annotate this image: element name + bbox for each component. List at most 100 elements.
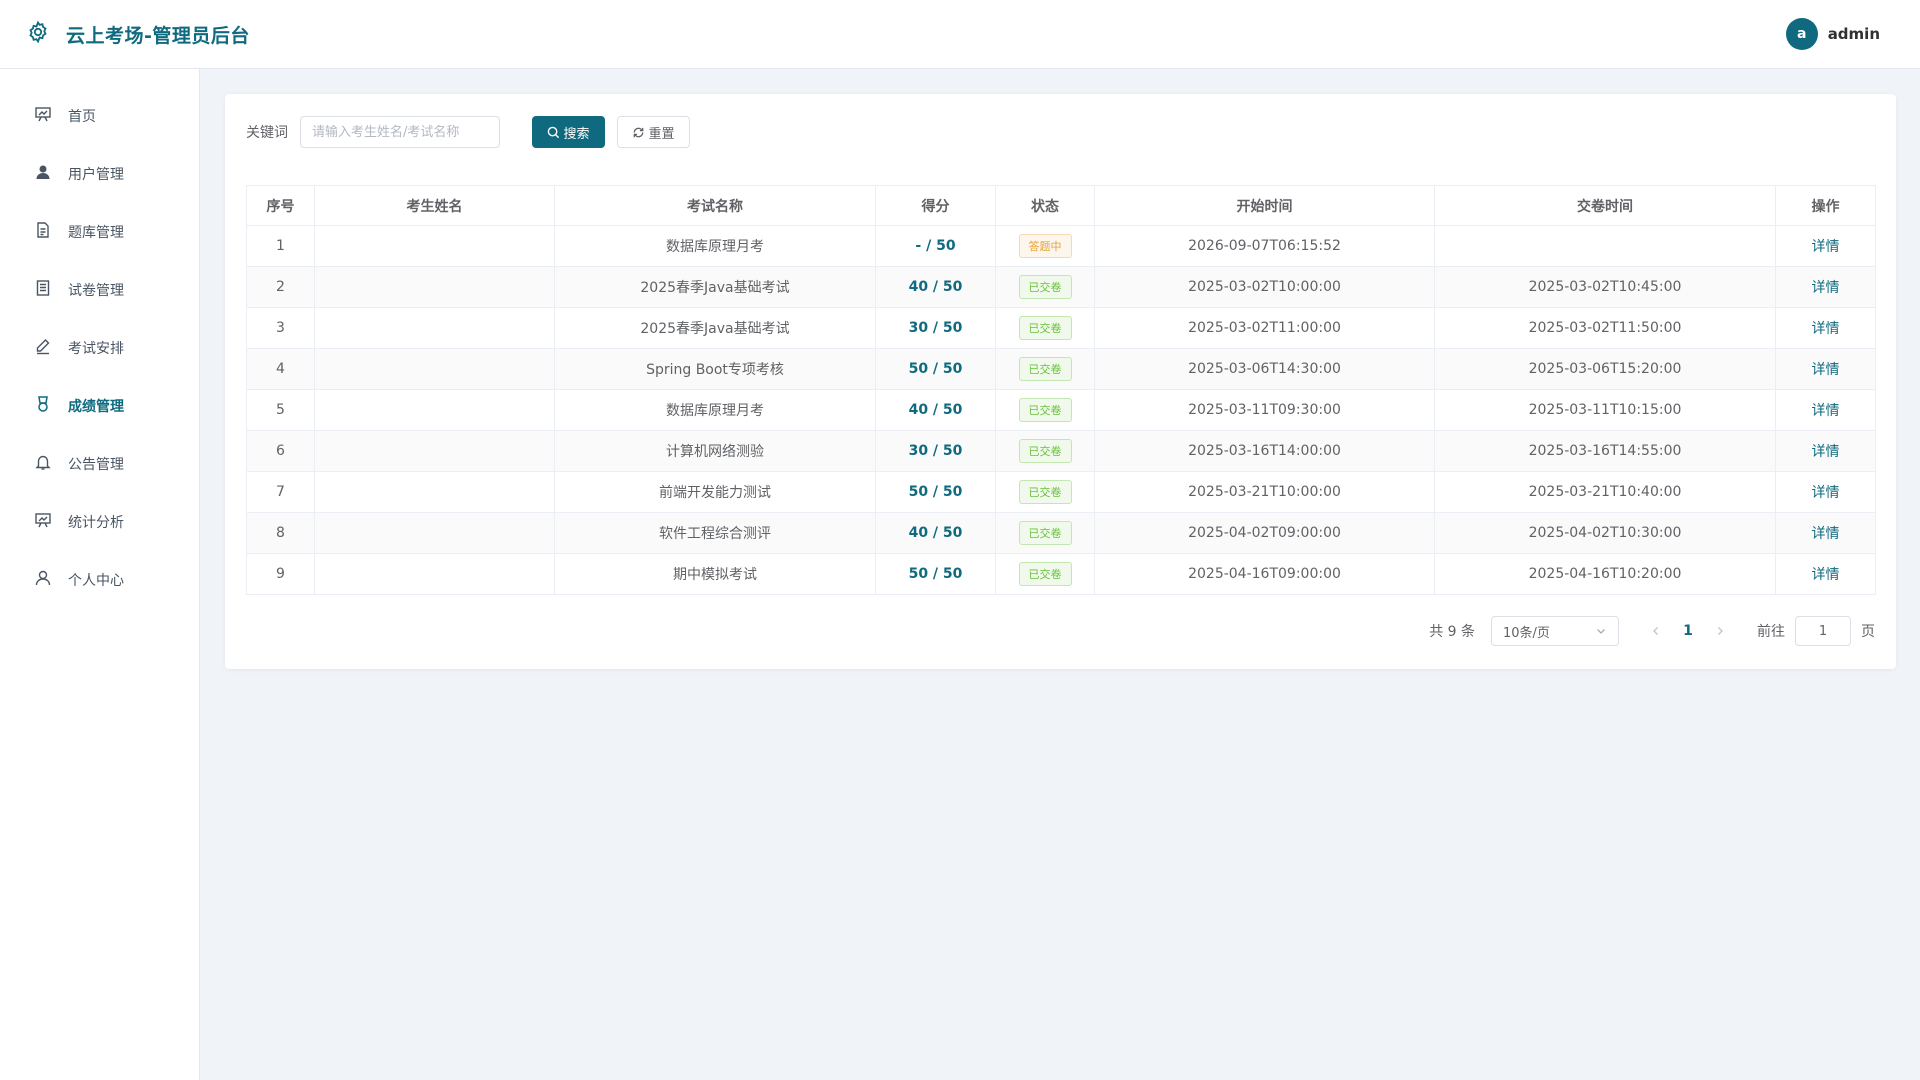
start-time: 2025-03-21T10:00:00 (1188, 484, 1341, 500)
search-button-label: 搜索 (563, 126, 590, 142)
sidebar-item-question-bank[interactable]: 题库管理 (0, 203, 199, 261)
reset-button-label: 重置 (648, 126, 675, 142)
pagination: 共 9 条 10条/页 1 前往 页 (1429, 616, 1875, 646)
app-title: 云上考场-管理员后台 (66, 24, 250, 47)
row-index: 4 (276, 361, 285, 377)
avatar[interactable]: a (1785, 18, 1818, 50)
sidebar-item-label: 首页 (68, 109, 96, 125)
goto-page-input[interactable] (1795, 616, 1851, 646)
detail-link[interactable]: 详情 (1812, 239, 1840, 255)
table-row: 6 计算机网络测验 30 / 50 已交卷 2025-03-16T14:00:00 202… (246, 430, 1876, 472)
sidebar-item-label: 题库管理 (68, 225, 124, 241)
medal-icon (34, 395, 52, 417)
refresh-icon (634, 127, 644, 137)
table-row: 8 软件工程综合测评 40 / 50 已交卷 2025-04-02T09:00:00 20… (246, 512, 1876, 554)
row-index: 1 (276, 238, 285, 254)
goto-label: 前往 (1757, 624, 1785, 640)
score-value: 50 / 50 (908, 361, 963, 377)
chevron-right-icon (1718, 627, 1723, 635)
page-size-select[interactable]: 10条/页 (1491, 616, 1619, 646)
column-header: 交卷时间 (1434, 185, 1776, 226)
sidebar-item-papers[interactable]: 试卷管理 (0, 261, 199, 319)
search-form: 关键词 搜索 重置 (246, 116, 690, 148)
user-menu[interactable]: a admin (1785, 18, 1880, 50)
keyword-input[interactable] (300, 116, 500, 148)
tickets-icon (34, 279, 52, 301)
start-time: 2025-03-16T14:00:00 (1188, 443, 1341, 459)
column-header: 得分 (875, 185, 996, 226)
start-time: 2025-04-16T09:00:00 (1188, 566, 1341, 582)
table-row: 7 前端开发能力测试 50 / 50 已交卷 2025-03-21T10:00:00 20… (246, 471, 1876, 513)
submit-time: 2025-03-02T10:45:00 (1528, 279, 1682, 295)
row-index: 7 (276, 484, 285, 500)
score-value: 50 / 50 (908, 566, 963, 582)
exam-name: 前端开发能力测试 (659, 485, 771, 501)
sidebar-item-statistics[interactable]: 统计分析 (0, 493, 199, 551)
table-row: 2 2025春季Java基础考试 40 / 50 已交卷 2025-03-02T10:0… (246, 266, 1876, 308)
table-row: 9 期中模拟考试 50 / 50 已交卷 2025-04-16T09:00:00 2025… (246, 553, 1876, 595)
column-header: 操作 (1775, 185, 1876, 226)
exam-name: 计算机网络测验 (666, 444, 764, 460)
table-row: 1 数据库原理月考 - / 50 答题中 2026-09-07T06:15:52 详情 (246, 225, 1876, 267)
search-icon (548, 126, 560, 138)
table-header-row: 序号 考生姓名 考试名称 得分 状态 开始时间 交卷时间 操作 (246, 185, 1876, 226)
sidebar-item-profile[interactable]: 个人中心 (0, 551, 199, 609)
score-value: 40 / 50 (908, 525, 963, 541)
score-table: 序号 考生姓名 考试名称 得分 状态 开始时间 交卷时间 操作 1 数据库原理月考… (246, 185, 1876, 595)
prev-page-button[interactable] (1641, 625, 1671, 637)
detail-link[interactable]: 详情 (1812, 526, 1840, 542)
detail-link[interactable]: 详情 (1812, 567, 1840, 583)
reset-button[interactable]: 重置 (617, 116, 690, 148)
sidebar-item-label: 用户管理 (68, 167, 124, 183)
bell-icon (34, 453, 52, 475)
sidebar-item-label: 公告管理 (68, 457, 124, 473)
page-size-value: 10条/页 (1503, 625, 1550, 641)
detail-link[interactable]: 详情 (1812, 444, 1840, 460)
column-header: 考试名称 (554, 185, 876, 226)
column-header: 序号 (246, 185, 315, 226)
column-header: 开始时间 (1094, 185, 1435, 226)
user-outline-icon (34, 569, 52, 591)
sidebar-item-notices[interactable]: 公告管理 (0, 435, 199, 493)
exam-name: 数据库原理月考 (666, 239, 764, 255)
start-time: 2025-03-02T11:00:00 (1188, 320, 1341, 336)
submit-time: 2025-04-02T10:30:00 (1528, 525, 1682, 541)
sidebar-item-exam-schedule[interactable]: 考试安排 (0, 319, 199, 377)
exam-name: 期中模拟考试 (673, 567, 757, 583)
detail-link[interactable]: 详情 (1812, 403, 1840, 419)
dashboard-icon (34, 105, 52, 127)
table-row: 5 数据库原理月考 40 / 50 已交卷 2025-03-11T09:30:00 202… (246, 389, 1876, 431)
sidebar-item-label: 试卷管理 (68, 283, 124, 299)
score-value: 50 / 50 (908, 484, 963, 500)
score-value: 40 / 50 (908, 402, 963, 418)
detail-link[interactable]: 详情 (1812, 321, 1840, 337)
search-button[interactable]: 搜索 (532, 116, 605, 148)
goto-suffix: 页 (1861, 624, 1875, 640)
sidebar-item-label: 考试安排 (68, 341, 124, 357)
row-index: 9 (276, 566, 285, 582)
next-page-button[interactable] (1705, 625, 1735, 637)
sidebar-item-users[interactable]: 用户管理 (0, 145, 199, 203)
edit-pen-icon (34, 337, 52, 359)
status-badge: 已交卷 (1018, 480, 1072, 504)
table-row: 4 Spring Boot专项考核 50 / 50 已交卷 2025-03-06T14:… (246, 348, 1876, 390)
detail-link[interactable]: 详情 (1812, 485, 1840, 501)
document-icon (34, 221, 52, 243)
submit-time: 2025-03-16T14:55:00 (1528, 443, 1682, 459)
status-badge: 已交卷 (1018, 357, 1072, 381)
status-badge: 已交卷 (1018, 521, 1072, 545)
detail-link[interactable]: 详情 (1812, 362, 1840, 378)
status-badge: 已交卷 (1018, 439, 1072, 463)
chevron-left-icon (1653, 627, 1658, 635)
detail-link[interactable]: 详情 (1812, 280, 1840, 296)
exam-name: 数据库原理月考 (666, 403, 764, 419)
page-number-current[interactable]: 1 (1671, 623, 1705, 639)
sidebar-item-label: 个人中心 (68, 573, 124, 589)
username[interactable]: admin (1828, 25, 1880, 43)
submit-time: 2025-03-21T10:40:00 (1528, 484, 1682, 500)
status-badge: 已交卷 (1018, 398, 1072, 422)
sidebar-item-scores[interactable]: 成绩管理 (0, 377, 199, 435)
chart-board-icon (34, 511, 52, 533)
sidebar-item-home[interactable]: 首页 (0, 87, 199, 145)
top-bar: 云上考场-管理员后台 a admin (0, 0, 1920, 69)
